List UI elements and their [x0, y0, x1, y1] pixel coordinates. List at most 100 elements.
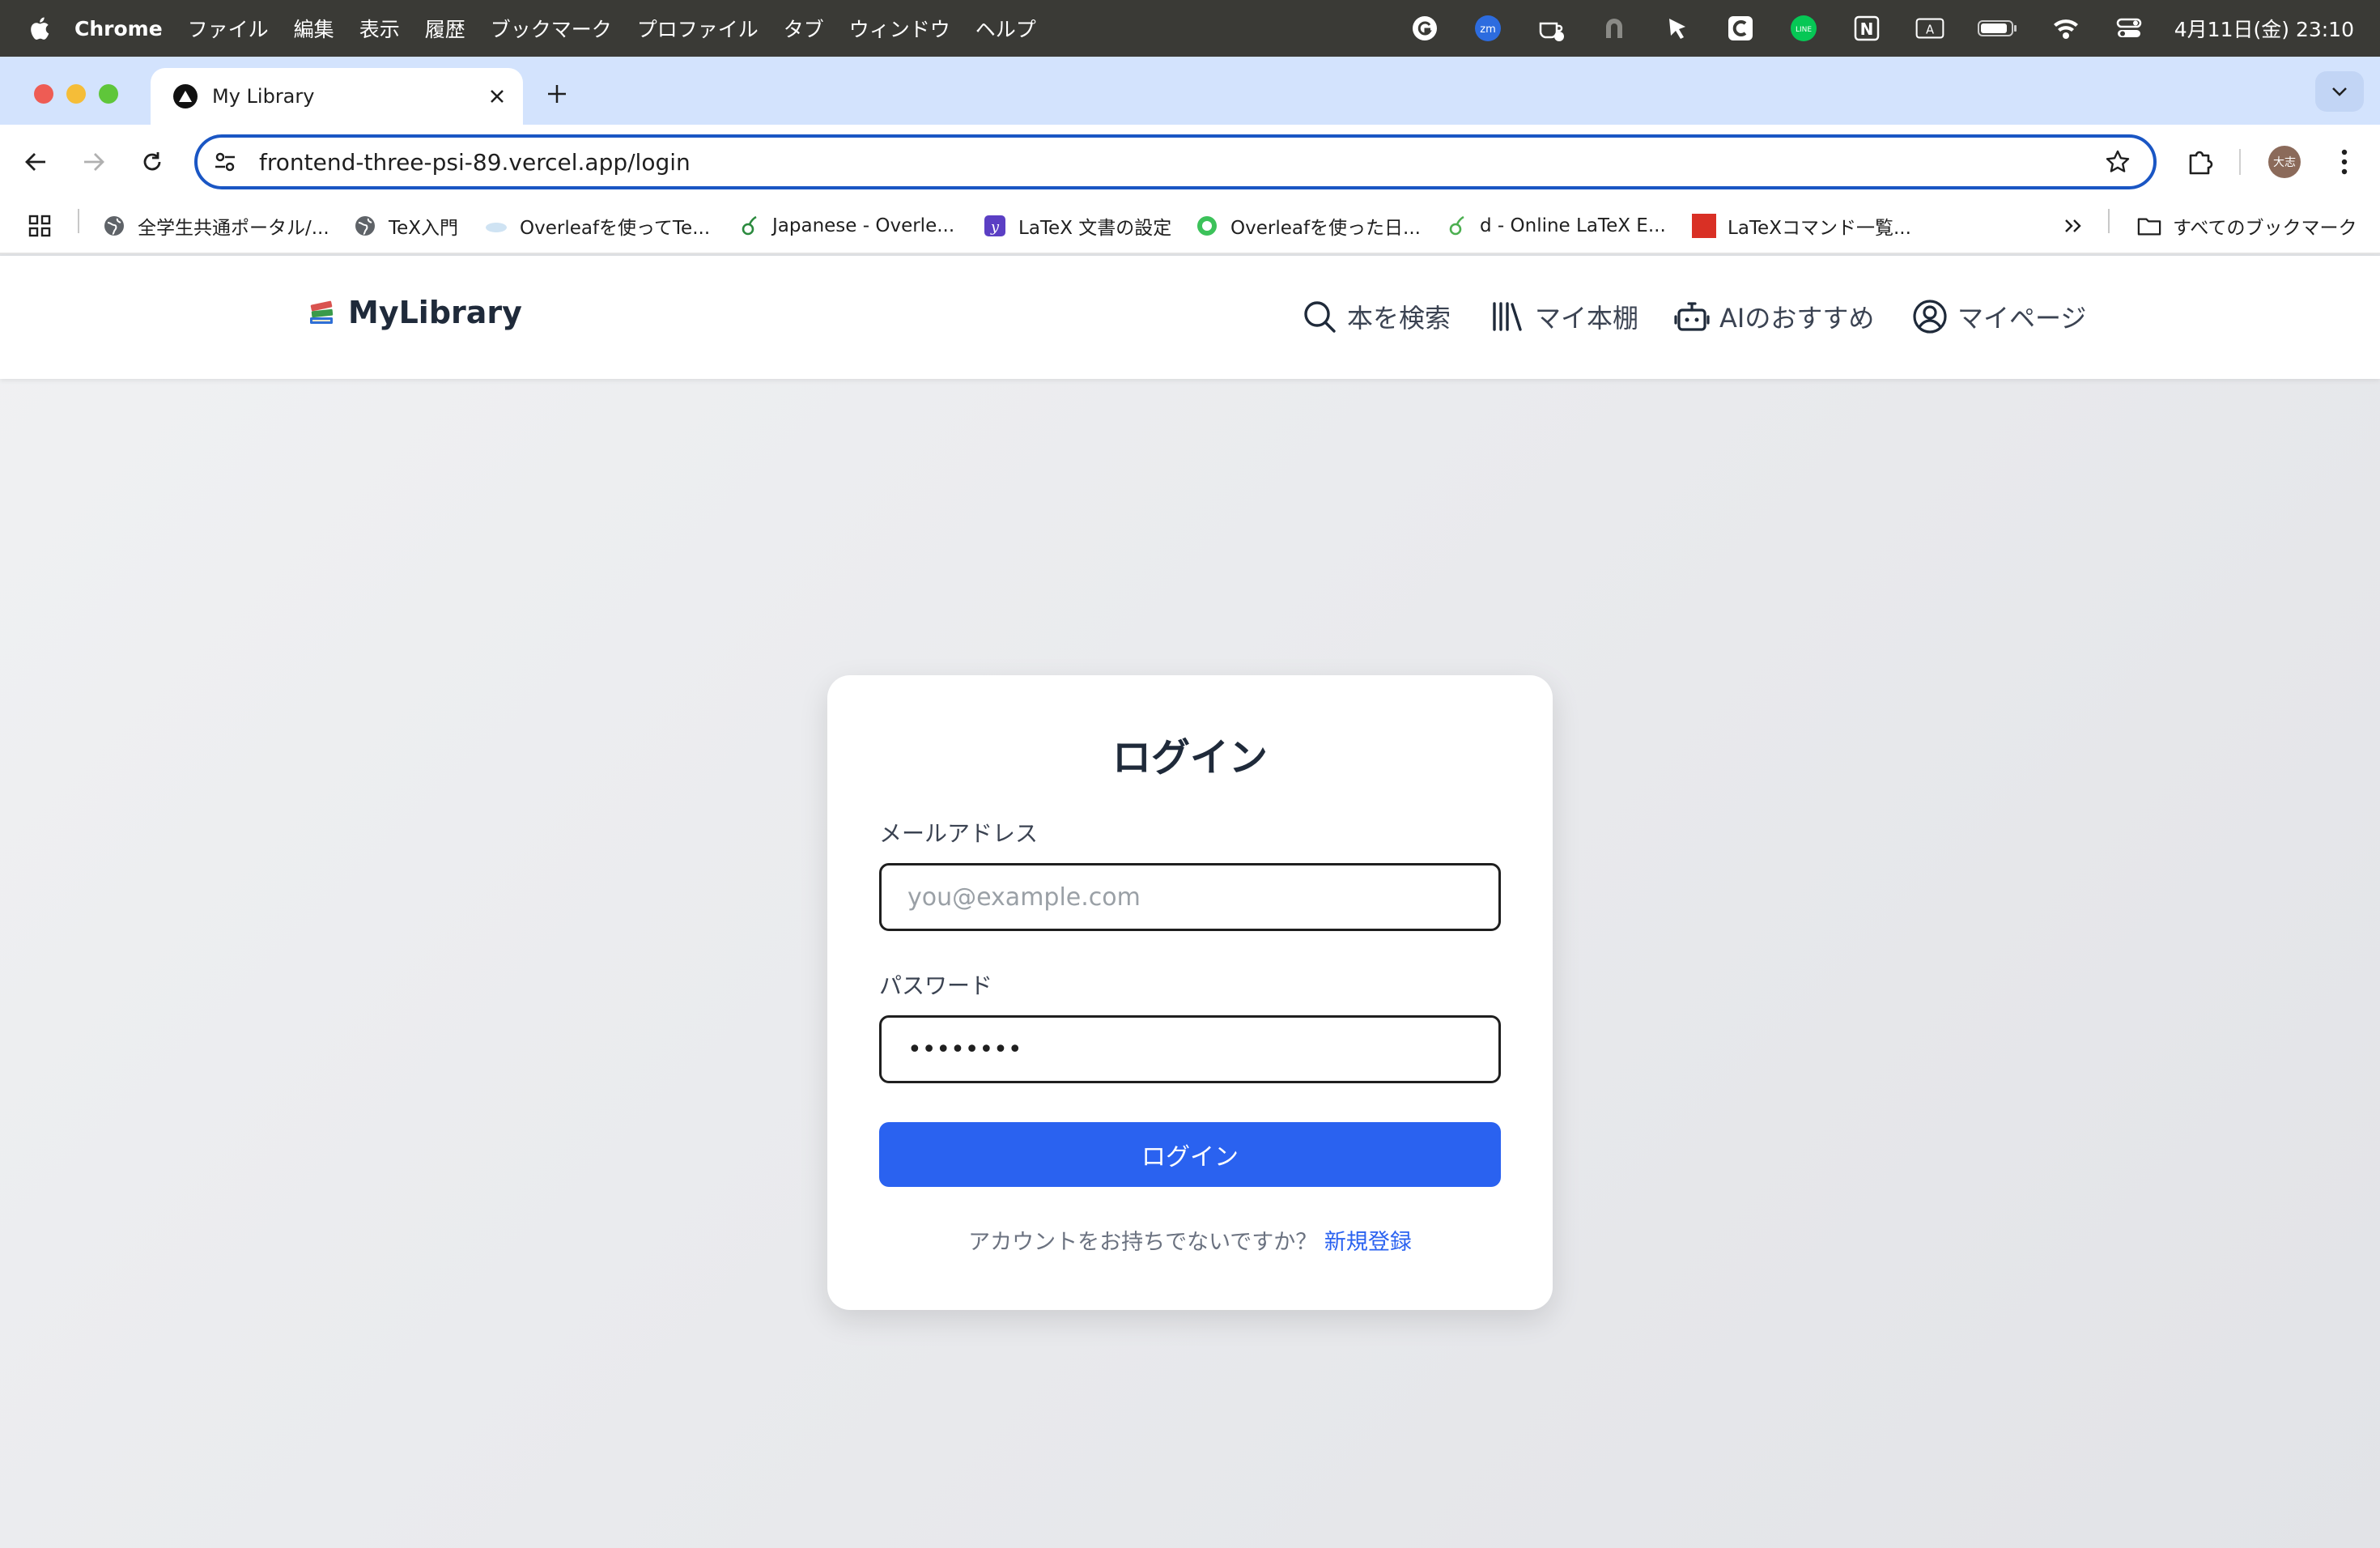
capture-icon[interactable]: [1724, 14, 1757, 43]
cloud-icon: [484, 214, 508, 238]
zoom-icon-label: zm: [1480, 23, 1496, 36]
apps-grid-button[interactable]: [28, 198, 63, 254]
profile-avatar[interactable]: 大志: [2268, 146, 2301, 178]
nav-ai-recommend[interactable]: AIのおすすめ: [1674, 295, 1874, 338]
bookmark-label: Overleafを使った日...: [1230, 218, 1421, 239]
bookmark-online-latex-editor[interactable]: d - Online LaTeX E...: [1444, 198, 1666, 254]
menu-window[interactable]: ウィンドウ: [849, 14, 950, 43]
nav-my-shelf[interactable]: マイ本棚: [1490, 295, 1638, 338]
email-label: メールアドレス: [879, 820, 1039, 847]
nav-search-books[interactable]: 本を検索: [1302, 295, 1451, 338]
tab-my-library[interactable]: My Library: [151, 68, 523, 125]
site-logo-text: MyLibrary: [348, 295, 522, 330]
line-icon-label: LINE: [1796, 26, 1812, 34]
menubar-clock[interactable]: 4月11日(金) 23:10: [2174, 14, 2354, 43]
tab-search-chevron-down-icon[interactable]: [2315, 71, 2364, 112]
battery-icon[interactable]: [1977, 14, 2019, 43]
window-zoom-button[interactable]: [99, 84, 118, 104]
zoom-icon[interactable]: zm: [1472, 14, 1504, 43]
all-bookmarks-label: すべてのブックマーク: [2173, 218, 2357, 239]
overleaf-icon: [1444, 214, 1468, 238]
bookmark-label: d - Online LaTeX E...: [1480, 215, 1666, 236]
grammarly-icon[interactable]: [1409, 14, 1441, 43]
toolbar-divider: [2239, 149, 2241, 175]
menu-app-name[interactable]: Chrome: [74, 17, 163, 40]
input-a-icon[interactable]: A: [1914, 14, 1946, 43]
globe-icon: [353, 214, 377, 238]
nav-ai-label: AIのおすすめ: [1719, 303, 1875, 334]
forward-arrow-icon[interactable]: [76, 144, 112, 180]
signup-prompt-text: アカウントをお持ちでないですか？: [968, 1230, 1324, 1255]
extensions-puzzle-icon[interactable]: [2181, 142, 2220, 181]
new-tab-plus-icon[interactable]: [538, 74, 576, 113]
macos-menubar: Chrome ファイル 編集 表示 履歴 ブックマーク プロファイル タブ ウィ…: [0, 0, 2380, 57]
password-field[interactable]: [879, 1015, 1501, 1083]
bookmark-star-icon[interactable]: [2100, 144, 2136, 180]
books-icon: [310, 300, 334, 324]
nav-shelf-label: マイ本棚: [1535, 303, 1639, 334]
svg-text:y: y: [990, 219, 1000, 236]
user-circle-icon: [1913, 300, 1947, 334]
menu-tab[interactable]: タブ: [784, 14, 824, 43]
reload-icon[interactable]: [134, 144, 170, 180]
wifi-icon[interactable]: [2050, 14, 2082, 43]
signup-link[interactable]: 新規登録: [1324, 1230, 1412, 1255]
back-arrow-icon[interactable]: [18, 144, 53, 180]
bookmark-latex-commands[interactable]: LaTeXコマンド一覧...: [1692, 198, 1911, 254]
bookmark-latex-settings[interactable]: y LaTeX 文書の設定: [983, 198, 1171, 254]
menubar-tray: zm LINE N A 4月11日(金) 23:10: [1378, 0, 2354, 57]
nav-mypage-label: マイページ: [1957, 303, 2087, 334]
yahoo-icon: y: [983, 214, 1007, 238]
nav-search-label: 本を検索: [1347, 303, 1451, 334]
login-card: ログイン メールアドレス パスワード ログイン アカウントをお持ちでないですか？…: [827, 675, 1553, 1310]
window-close-button[interactable]: [34, 84, 53, 104]
tab-title: My Library: [212, 85, 315, 108]
bookmark-tex-intro[interactable]: TeX入門: [353, 198, 458, 254]
window-minimize-button[interactable]: [66, 84, 86, 104]
menu-edit[interactable]: 編集: [294, 14, 334, 43]
folder-icon: [2137, 214, 2161, 238]
coffee-icon[interactable]: [1535, 14, 1567, 43]
menu-help[interactable]: ヘルプ: [975, 14, 1036, 43]
green-circle-icon: [1195, 214, 1219, 238]
notion-icon[interactable]: N: [1851, 14, 1883, 43]
menu-history[interactable]: 履歴: [425, 14, 465, 43]
bookmark-label: 全学生共通ポータル/...: [138, 218, 329, 239]
arc-icon[interactable]: [1598, 14, 1630, 43]
control-center-icon[interactable]: [2113, 14, 2145, 43]
bookmark-portal[interactable]: 全学生共通ポータル/...: [102, 198, 329, 254]
site-info-tune-icon[interactable]: [209, 146, 241, 178]
bookmarks-overflow-button[interactable]: [2061, 198, 2097, 254]
bookmark-japanese-overleaf[interactable]: Japanese - Overle...: [737, 198, 954, 254]
globe-icon: [102, 214, 126, 238]
bookmarks-divider: [78, 209, 79, 233]
notion-icon-label: N: [1859, 19, 1873, 39]
menu-bookmarks[interactable]: ブックマーク: [491, 14, 612, 43]
line-icon[interactable]: LINE: [1787, 14, 1820, 43]
apple-icon[interactable]: [28, 15, 50, 41]
menu-view[interactable]: 表示: [359, 14, 400, 43]
signup-prompt: アカウントをお持ちでないですか？ 新規登録: [827, 1224, 1553, 1256]
pointer-icon[interactable]: [1661, 14, 1694, 43]
bookmark-overleaf-te[interactable]: Overleafを使ってTe...: [484, 198, 710, 254]
overleaf-icon: [737, 214, 761, 238]
menu-file[interactable]: ファイル: [188, 14, 269, 43]
search-icon: [1304, 301, 1336, 333]
email-field[interactable]: [879, 863, 1501, 931]
bookmark-label: Overleafを使ってTe...: [520, 218, 711, 239]
nav-my-page[interactable]: マイページ: [1912, 295, 2086, 338]
menu-profiles[interactable]: プロファイル: [637, 14, 759, 43]
input-icon-label: A: [1926, 23, 1934, 37]
login-title: ログイン: [1111, 735, 1268, 780]
address-url[interactable]: frontend-three-psi-89.vercel.app/login: [259, 149, 2100, 176]
all-bookmarks-folder[interactable]: すべてのブックマーク: [2137, 198, 2357, 254]
bookmark-overleaf-japanese[interactable]: Overleafを使った日...: [1195, 198, 1421, 254]
tab-close-icon[interactable]: [481, 80, 513, 113]
bookshelf-icon: [1493, 302, 1522, 331]
login-button[interactable]: ログイン: [879, 1122, 1501, 1187]
address-bar[interactable]: frontend-three-psi-89.vercel.app/login: [194, 134, 2157, 189]
kebab-menu-icon[interactable]: [2325, 142, 2364, 181]
bookmarks-divider: [2108, 209, 2110, 233]
site-logo[interactable]: MyLibrary: [308, 295, 522, 330]
password-label: パスワード: [879, 972, 993, 999]
